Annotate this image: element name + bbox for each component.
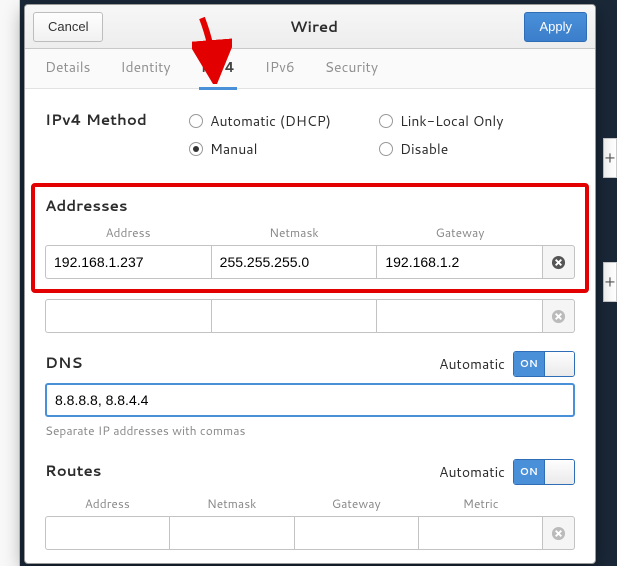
bg-plus-button[interactable]: + <box>603 138 617 178</box>
cancel-button[interactable]: Cancel <box>33 12 103 42</box>
routes-auto-switch[interactable]: ON <box>513 459 575 485</box>
route-row <box>45 516 575 550</box>
radio-icon <box>189 114 203 128</box>
ipv4-method-section: IPv4 Method Automatic (DHCP) Link-Local … <box>45 107 575 163</box>
method-auto-dhcp[interactable]: Automatic (DHCP) <box>189 107 379 135</box>
radio-label: Automatic (DHCP) <box>210 111 331 131</box>
route-gateway-input[interactable] <box>294 516 418 550</box>
radio-label: Manual <box>210 139 257 159</box>
delete-row-button[interactable] <box>543 516 575 550</box>
tab-security[interactable]: Security <box>323 47 380 90</box>
switch-on-label: ON <box>514 460 544 484</box>
dialog-title: Wired <box>103 16 524 37</box>
close-circle-icon <box>551 526 566 541</box>
radio-icon <box>379 114 393 128</box>
col-gateway: Gateway <box>377 220 543 245</box>
address-row <box>45 245 575 279</box>
dns-hint: Separate IP addresses with commas <box>45 422 575 439</box>
dns-servers-input[interactable] <box>45 383 575 417</box>
address-row <box>45 299 575 333</box>
address-input[interactable] <box>45 299 211 333</box>
dialog-content: IPv4 Method Automatic (DHCP) Link-Local … <box>25 89 595 563</box>
radio-label: Link-Local Only <box>400 111 504 131</box>
dns-auto-label: Automatic <box>439 354 505 374</box>
routes-label: Routes <box>45 460 439 481</box>
radio-icon <box>189 142 203 156</box>
gateway-input[interactable] <box>376 299 543 333</box>
col-address: Address <box>45 220 211 245</box>
col-gateway: Gateway <box>294 491 419 516</box>
routes-section: Routes Automatic ON Address Netmask Gate… <box>45 459 575 550</box>
tab-ipv6[interactable]: IPv6 <box>263 47 297 90</box>
switch-knob <box>544 352 575 376</box>
routes-header-row: Address Netmask Gateway Metric <box>45 491 575 516</box>
method-link-local[interactable]: Link-Local Only <box>379 107 569 135</box>
netmask-input[interactable] <box>211 245 377 279</box>
col-address: Address <box>45 491 170 516</box>
addresses-highlight: Addresses Address Netmask Gateway <box>31 183 589 293</box>
netmask-input[interactable] <box>211 299 377 333</box>
delete-row-button[interactable] <box>543 299 575 333</box>
route-metric-input[interactable] <box>418 516 543 550</box>
tab-details[interactable]: Details <box>43 47 93 90</box>
route-address-input[interactable] <box>45 516 169 550</box>
dialog-header: Cancel Wired Apply <box>25 5 595 49</box>
method-manual[interactable]: Manual <box>189 135 379 163</box>
radio-icon <box>379 142 393 156</box>
method-disable[interactable]: Disable <box>379 135 569 163</box>
tab-identity[interactable]: Identity <box>119 47 173 90</box>
route-netmask-input[interactable] <box>169 516 293 550</box>
close-circle-icon <box>551 255 566 270</box>
col-metric: Metric <box>419 491 544 516</box>
dns-section: DNS Automatic ON Separate IP addresses w… <box>45 351 575 439</box>
ipv4-method-label: IPv4 Method <box>45 107 189 130</box>
gateway-input[interactable] <box>376 245 543 279</box>
bg-sidebar <box>0 0 20 566</box>
radio-label: Disable <box>400 139 448 159</box>
close-circle-icon <box>551 309 566 324</box>
dns-auto-switch[interactable]: ON <box>513 351 575 377</box>
col-netmask: Netmask <box>170 491 295 516</box>
bg-plus-button[interactable]: + <box>603 262 617 302</box>
delete-row-button[interactable] <box>543 245 575 279</box>
switch-on-label: ON <box>514 352 544 376</box>
network-settings-dialog: Cancel Wired Apply Details Identity IPv4… <box>24 4 596 564</box>
addresses-header-row: Address Netmask Gateway <box>45 220 575 245</box>
tab-ipv4[interactable]: IPv4 <box>199 47 237 90</box>
col-netmask: Netmask <box>211 220 377 245</box>
apply-button[interactable]: Apply <box>524 12 587 42</box>
tab-bar: Details Identity IPv4 IPv6 Security <box>25 49 595 89</box>
switch-knob <box>544 460 575 484</box>
routes-auto-label: Automatic <box>439 462 505 482</box>
addresses-label: Addresses <box>45 195 575 216</box>
address-input[interactable] <box>45 245 211 279</box>
dns-label: DNS <box>45 352 439 373</box>
